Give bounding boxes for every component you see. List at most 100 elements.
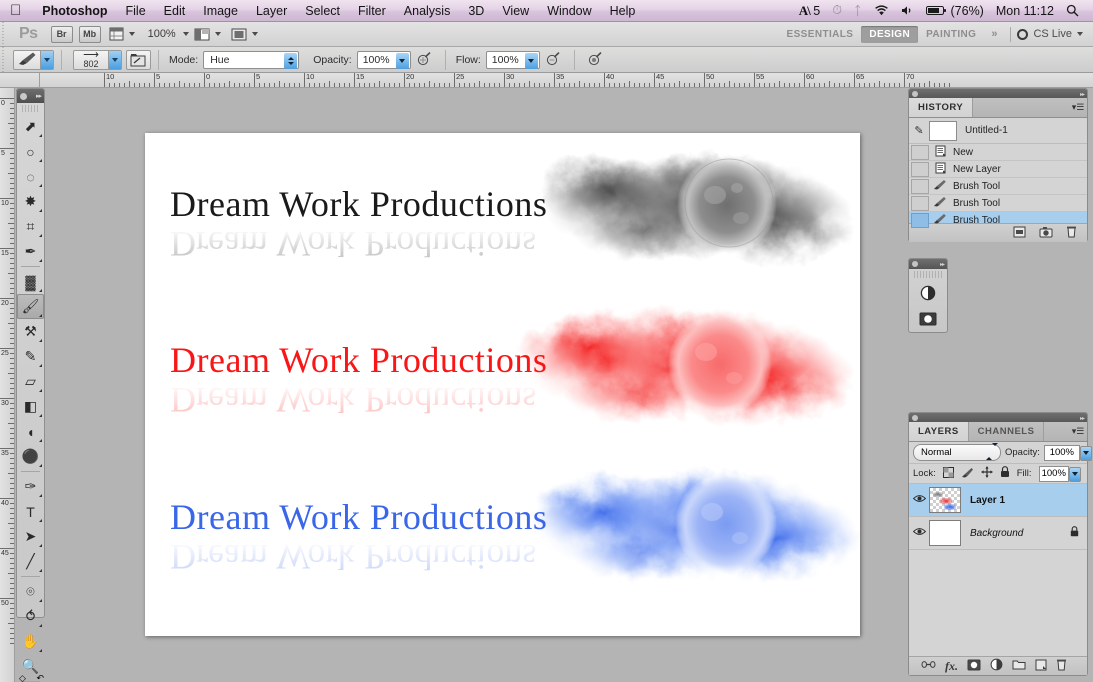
default-colors-icon[interactable]: ◇ <box>19 673 26 682</box>
history-state-toggle[interactable] <box>911 161 929 177</box>
eyedropper-tool[interactable]: ✒ <box>17 239 44 264</box>
history-brush-tool[interactable]: ✎ <box>17 344 44 369</box>
3d-orbit-tool[interactable]: ⥀ <box>17 604 44 629</box>
layer-fill-chevron-down-icon[interactable] <box>1069 466 1081 482</box>
tool-more-corner-icon[interactable] <box>39 289 42 292</box>
tool-more-corner-icon[interactable] <box>39 389 42 392</box>
link-layers-icon[interactable] <box>921 660 936 672</box>
menu-item-analysis[interactable]: Analysis <box>395 0 460 22</box>
delete-layer-icon[interactable] <box>1056 658 1067 674</box>
tool-more-corner-icon[interactable] <box>39 259 42 262</box>
tool-more-corner-icon[interactable] <box>39 599 42 602</box>
layer-row[interactable]: Background <box>909 517 1087 550</box>
battery-icon[interactable]: (76%) <box>920 4 990 18</box>
tool-more-corner-icon[interactable] <box>39 494 42 497</box>
tools-palette-titlebar[interactable]: ▸▸ <box>17 89 44 103</box>
layer-opacity-chevron-down-icon[interactable] <box>1079 445 1092 461</box>
history-state-toggle[interactable] <box>911 212 929 228</box>
lasso-tool[interactable]: ◌ <box>17 164 44 189</box>
type-tool[interactable]: T <box>17 499 44 524</box>
history-panel-menu-icon[interactable]: ▾☰ <box>1069 98 1087 117</box>
tool-more-corner-icon[interactable] <box>39 184 42 187</box>
add-layer-mask-icon[interactable] <box>967 659 981 674</box>
menu-item-filter[interactable]: Filter <box>349 0 395 22</box>
history-state-row[interactable]: Brush Tool <box>909 178 1087 195</box>
horizontal-ruler[interactable]: 10 5 0 5 10 15 20 25 30 35 40 45 50 55 60 65 70 <box>40 73 1093 88</box>
marquee-tool[interactable]: ○ <box>17 139 44 164</box>
menu-item-view[interactable]: View <box>493 0 538 22</box>
path-selection-tool[interactable]: ➤ <box>17 524 44 549</box>
history-collapse-arrows-icon[interactable]: ▸▸ <box>1080 91 1085 98</box>
tab-channels[interactable]: CHANNELS <box>968 422 1045 441</box>
minidock-collapse-dot-icon[interactable] <box>912 261 918 267</box>
minidock-expand-arrows-icon[interactable]: ▸▸ <box>940 261 945 268</box>
layer-thumbnail[interactable] <box>929 520 961 546</box>
bluetooth-icon[interactable]: ᛏ <box>848 4 868 18</box>
healing-brush-tool[interactable]: ▓ <box>17 269 44 294</box>
tool-preset-picker[interactable] <box>13 49 54 70</box>
lock-image-icon[interactable] <box>961 467 974 481</box>
menu-bar-clock[interactable]: Mon 11:12 <box>990 4 1060 18</box>
layer-row[interactable]: Layer 1 <box>909 484 1087 517</box>
gradient-tool[interactable]: ◧ <box>17 394 44 419</box>
blend-mode-select[interactable]: Hue <box>203 50 300 69</box>
zoom-level-label[interactable]: 100% <box>140 28 178 40</box>
new-snapshot-icon[interactable] <box>1039 226 1053 241</box>
history-collapse-dot-icon[interactable] <box>912 91 918 97</box>
tools-grip[interactable] <box>22 105 39 112</box>
wifi-icon[interactable] <box>868 5 895 16</box>
history-state-toggle[interactable] <box>911 144 929 160</box>
eraser-tool[interactable]: ▱ <box>17 369 44 394</box>
launch-mini-bridge-button[interactable]: Mb <box>78 25 101 43</box>
adobe-drive-icon[interactable]: A\ 5 <box>793 3 826 19</box>
tool-more-corner-icon[interactable] <box>39 519 42 522</box>
menu-item-photoshop[interactable]: Photoshop <box>33 0 116 22</box>
layer-visibility-eye-icon[interactable] <box>909 527 929 539</box>
tool-more-corner-icon[interactable] <box>39 464 42 467</box>
move-tool[interactable]: ⬈ <box>17 114 44 139</box>
tool-more-corner-icon[interactable] <box>39 649 42 652</box>
pen-tool[interactable]: ✑ <box>17 474 44 499</box>
layer-name[interactable]: Layer 1 <box>961 495 1087 506</box>
tools-collapse-arrows-icon[interactable]: ▸▸ <box>36 92 42 100</box>
screen-mode-menu[interactable] <box>226 28 263 41</box>
tool-more-corner-icon[interactable] <box>39 209 42 212</box>
minidock-titlebar[interactable]: ▸▸ <box>909 259 947 269</box>
workspace-essentials[interactable]: ESSENTIALS <box>779 26 862 43</box>
layer-blend-mode-select[interactable]: Normal <box>913 443 1001 461</box>
opacity-input[interactable]: 100% <box>356 50 411 69</box>
tool-more-corner-icon[interactable] <box>39 414 42 417</box>
masks-panel-icon[interactable] <box>909 306 947 332</box>
tool-more-corner-icon[interactable] <box>39 314 42 317</box>
vertical-ruler[interactable]: 0 5 10 15 20 25 30 35 40 45 50 <box>0 88 15 682</box>
brush-preset-chevron-down-icon[interactable] <box>108 50 121 69</box>
volume-icon[interactable] <box>895 5 920 16</box>
new-group-icon[interactable] <box>1012 659 1026 673</box>
history-state-row[interactable]: New Layer <box>909 161 1087 178</box>
blend-mode-stepper-icon[interactable] <box>284 52 298 69</box>
menu-item-layer[interactable]: Layer <box>247 0 296 22</box>
lock-position-icon[interactable] <box>980 466 993 481</box>
spotlight-search-icon[interactable] <box>1060 4 1085 17</box>
tool-preset-chevron-down-icon[interactable] <box>40 50 53 69</box>
more-workspaces-chevron-icon[interactable]: » <box>984 28 1004 40</box>
document-canvas-window[interactable]: Dream Work Productions Dream Work Produc… <box>145 133 860 636</box>
history-state-row[interactable]: Brush Tool <box>909 195 1087 212</box>
clock-icon[interactable]: ⏱ <box>826 3 848 18</box>
flow-input[interactable]: 100% <box>485 50 540 69</box>
lock-all-icon[interactable] <box>1000 466 1010 481</box>
opacity-chevron-down-icon[interactable] <box>395 52 409 69</box>
optionsbar-grip[interactable] <box>0 47 9 72</box>
toggle-brush-panel-button[interactable] <box>126 49 151 70</box>
menu-item-window[interactable]: Window <box>538 0 600 22</box>
crop-tool[interactable]: ⌗ <box>17 214 44 239</box>
layer-name[interactable]: Background <box>961 528 1070 539</box>
menu-item-edit[interactable]: Edit <box>155 0 195 22</box>
new-document-from-state-icon[interactable] <box>1013 226 1026 241</box>
tool-more-corner-icon[interactable] <box>39 234 42 237</box>
adjustment-layer-icon[interactable] <box>990 658 1003 674</box>
appbar-grip[interactable] <box>0 21 9 47</box>
menu-item-3d[interactable]: 3D <box>459 0 493 22</box>
flow-chevron-down-icon[interactable] <box>524 52 538 69</box>
minidock-grip[interactable] <box>914 271 942 278</box>
